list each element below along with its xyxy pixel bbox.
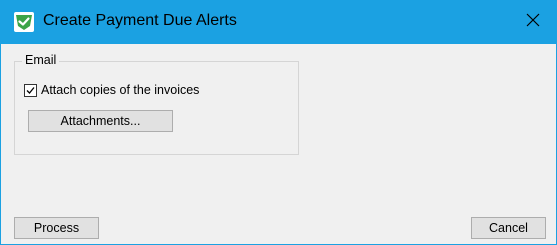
window-title: Create Payment Due Alerts bbox=[43, 12, 237, 29]
attach-invoices-checkbox[interactable] bbox=[24, 83, 37, 97]
process-button[interactable]: Process bbox=[14, 217, 99, 239]
app-logo-icon bbox=[13, 11, 35, 33]
dialog-window: Create Payment Due Alerts Email Attach c… bbox=[0, 0, 557, 245]
cancel-button[interactable]: Cancel bbox=[471, 217, 546, 239]
title-bar[interactable]: Create Payment Due Alerts bbox=[1, 0, 556, 44]
attach-invoices-label: Attach copies of the invoices bbox=[41, 83, 200, 97]
email-groupbox bbox=[14, 61, 299, 155]
attachments-button[interactable]: Attachments... bbox=[28, 110, 173, 132]
checkmark-icon bbox=[26, 86, 35, 94]
close-button[interactable] bbox=[510, 0, 556, 44]
attach-invoices-checkbox-row[interactable]: Attach copies of the invoices bbox=[24, 81, 199, 99]
close-icon bbox=[526, 13, 540, 32]
email-group-label: Email bbox=[22, 52, 60, 68]
